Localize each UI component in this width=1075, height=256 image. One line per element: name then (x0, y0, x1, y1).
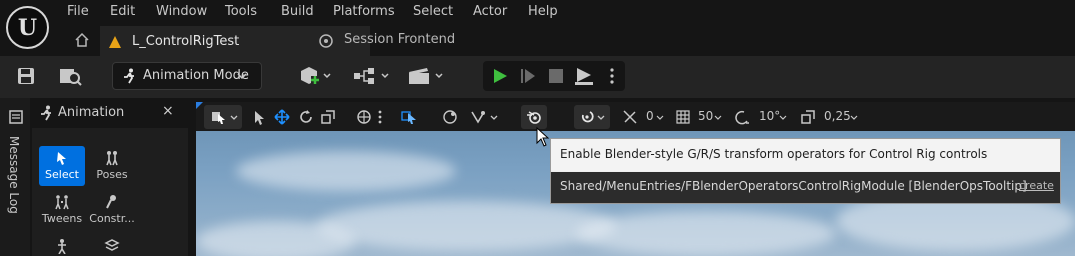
unreal-logo[interactable]: U (6, 6, 49, 49)
tweens-icon (55, 195, 69, 210)
select-mode-icon (212, 112, 238, 124)
tool-poses[interactable]: Poses (89, 146, 135, 186)
level-icon (109, 36, 121, 48)
tooltip-main: Enable Blender-style G/R/S transform ope… (551, 139, 1060, 171)
tool-tweens-label: Tweens (41, 212, 83, 225)
scale-snap-value[interactable]: 0,25 (824, 109, 851, 123)
chevron-down-icon (656, 115, 664, 120)
scale-snap-icon[interactable] (800, 109, 816, 125)
tab-level-label: L_ControlRigTest (132, 34, 240, 49)
more-icon[interactable] (609, 67, 615, 85)
tool-select[interactable]: Select (39, 146, 85, 186)
pose-tool-icon[interactable] (54, 238, 70, 254)
logo-glyph: U (17, 14, 38, 41)
snap-dropdown[interactable] (574, 105, 610, 129)
surface-snap-icon[interactable] (622, 109, 638, 125)
stop-icon[interactable] (547, 67, 565, 85)
sky-cloud (576, 211, 836, 256)
blender-icon (527, 111, 541, 124)
menu-tools[interactable]: Tools (225, 3, 257, 21)
arrow-icon[interactable] (252, 110, 266, 126)
viewport-corner-marker (196, 102, 203, 109)
move-icon[interactable] (274, 109, 290, 125)
tool-poses-label: Poses (96, 168, 128, 181)
tooltip-path: Shared/MenuEntries/FBlenderOperatorsCont… (560, 179, 1027, 193)
sky-cloud (236, 151, 456, 191)
message-log-tab[interactable]: Message Log (7, 136, 21, 214)
tooltip: Enable Blender-style G/R/S transform ope… (550, 138, 1061, 204)
rotate-icon[interactable] (298, 109, 314, 125)
animation-panel: Animation × Select Poses Tweens Constr..… (32, 98, 188, 256)
content-browser-icon[interactable] (58, 66, 82, 86)
scale-icon[interactable] (320, 109, 336, 125)
tool-constraints[interactable]: Constr... (89, 190, 135, 230)
tooltip-text: Enable Blender-style G/R/S transform ope… (560, 147, 988, 161)
blueprint-icon[interactable] (352, 65, 392, 87)
tool-select-label: Select (45, 168, 79, 181)
snap-icon (581, 111, 605, 123)
angle-icon[interactable] (734, 109, 750, 125)
mode-selector[interactable]: Animation Mode (112, 62, 262, 90)
poses-icon (106, 151, 118, 166)
tool-constraints-label: Constr... (89, 212, 135, 225)
tool-tweens[interactable]: Tweens (39, 190, 85, 230)
chevron-down-icon (714, 115, 722, 120)
chevron-down-icon (237, 73, 247, 80)
chevron-down-icon (779, 115, 787, 120)
main-toolbar: Animation Mode (0, 56, 1075, 98)
grid-size-value[interactable]: 50 (698, 109, 713, 123)
home-icon[interactable] (74, 32, 90, 48)
panel-title: Animation (58, 105, 125, 120)
globe-icon[interactable] (356, 109, 372, 125)
document-tabs: L_ControlRigTest Session Frontend (62, 26, 1075, 56)
viewport-toolbar: 0 50 10° 0,25 (196, 102, 1075, 132)
select-mode-dropdown[interactable] (204, 105, 242, 129)
save-icon[interactable] (16, 66, 36, 86)
close-icon[interactable]: × (162, 103, 174, 119)
play-controls (483, 61, 625, 91)
menu-build[interactable]: Build (281, 3, 314, 21)
add-actor-icon[interactable] (298, 65, 334, 87)
tab-session-frontend[interactable]: Session Frontend (344, 32, 455, 47)
more-icon[interactable] (378, 109, 382, 125)
transform-space-icon[interactable] (442, 109, 458, 125)
cinematics-icon[interactable] (406, 65, 446, 87)
select-tool-icon (57, 152, 66, 165)
grid-icon[interactable] (676, 110, 690, 124)
session-frontend-icon (319, 34, 333, 48)
sky-cloud (316, 201, 616, 251)
tooltip-create-link[interactable]: create (1019, 179, 1054, 192)
advance-frame-icon[interactable] (519, 67, 537, 85)
running-man-icon (41, 105, 51, 121)
menu-select[interactable]: Select (413, 3, 453, 21)
control-select-icon[interactable] (401, 109, 419, 125)
constraints-icon (106, 195, 116, 209)
menu-file[interactable]: File (67, 3, 89, 21)
menu-platforms[interactable]: Platforms (333, 3, 395, 21)
menu-bar: File Edit Window Tools Build Platforms S… (0, 0, 1075, 24)
cursor-icon (536, 127, 550, 147)
chevron-down-icon (850, 115, 858, 120)
running-man-icon (124, 68, 134, 84)
menu-help[interactable]: Help (528, 3, 558, 21)
layers-icon[interactable] (104, 238, 120, 254)
rotate-snap-value[interactable]: 10° (759, 109, 780, 123)
message-log-icon[interactable] (9, 110, 23, 124)
menu-actor[interactable]: Actor (473, 3, 507, 21)
pivot-icon[interactable] (470, 109, 500, 125)
panel-header: Animation × (32, 98, 188, 128)
menu-edit[interactable]: Edit (110, 3, 135, 21)
menu-window[interactable]: Window (156, 3, 207, 21)
mode-label: Animation Mode (143, 68, 249, 83)
tooltip-source: Shared/MenuEntries/FBlenderOperatorsCont… (551, 172, 1060, 203)
sky-cloud (196, 221, 356, 256)
play-icon[interactable] (491, 67, 509, 85)
eject-icon[interactable] (574, 67, 594, 85)
translate-snap-value[interactable]: 0 (646, 109, 654, 123)
blender-ops-button[interactable] (521, 105, 547, 129)
